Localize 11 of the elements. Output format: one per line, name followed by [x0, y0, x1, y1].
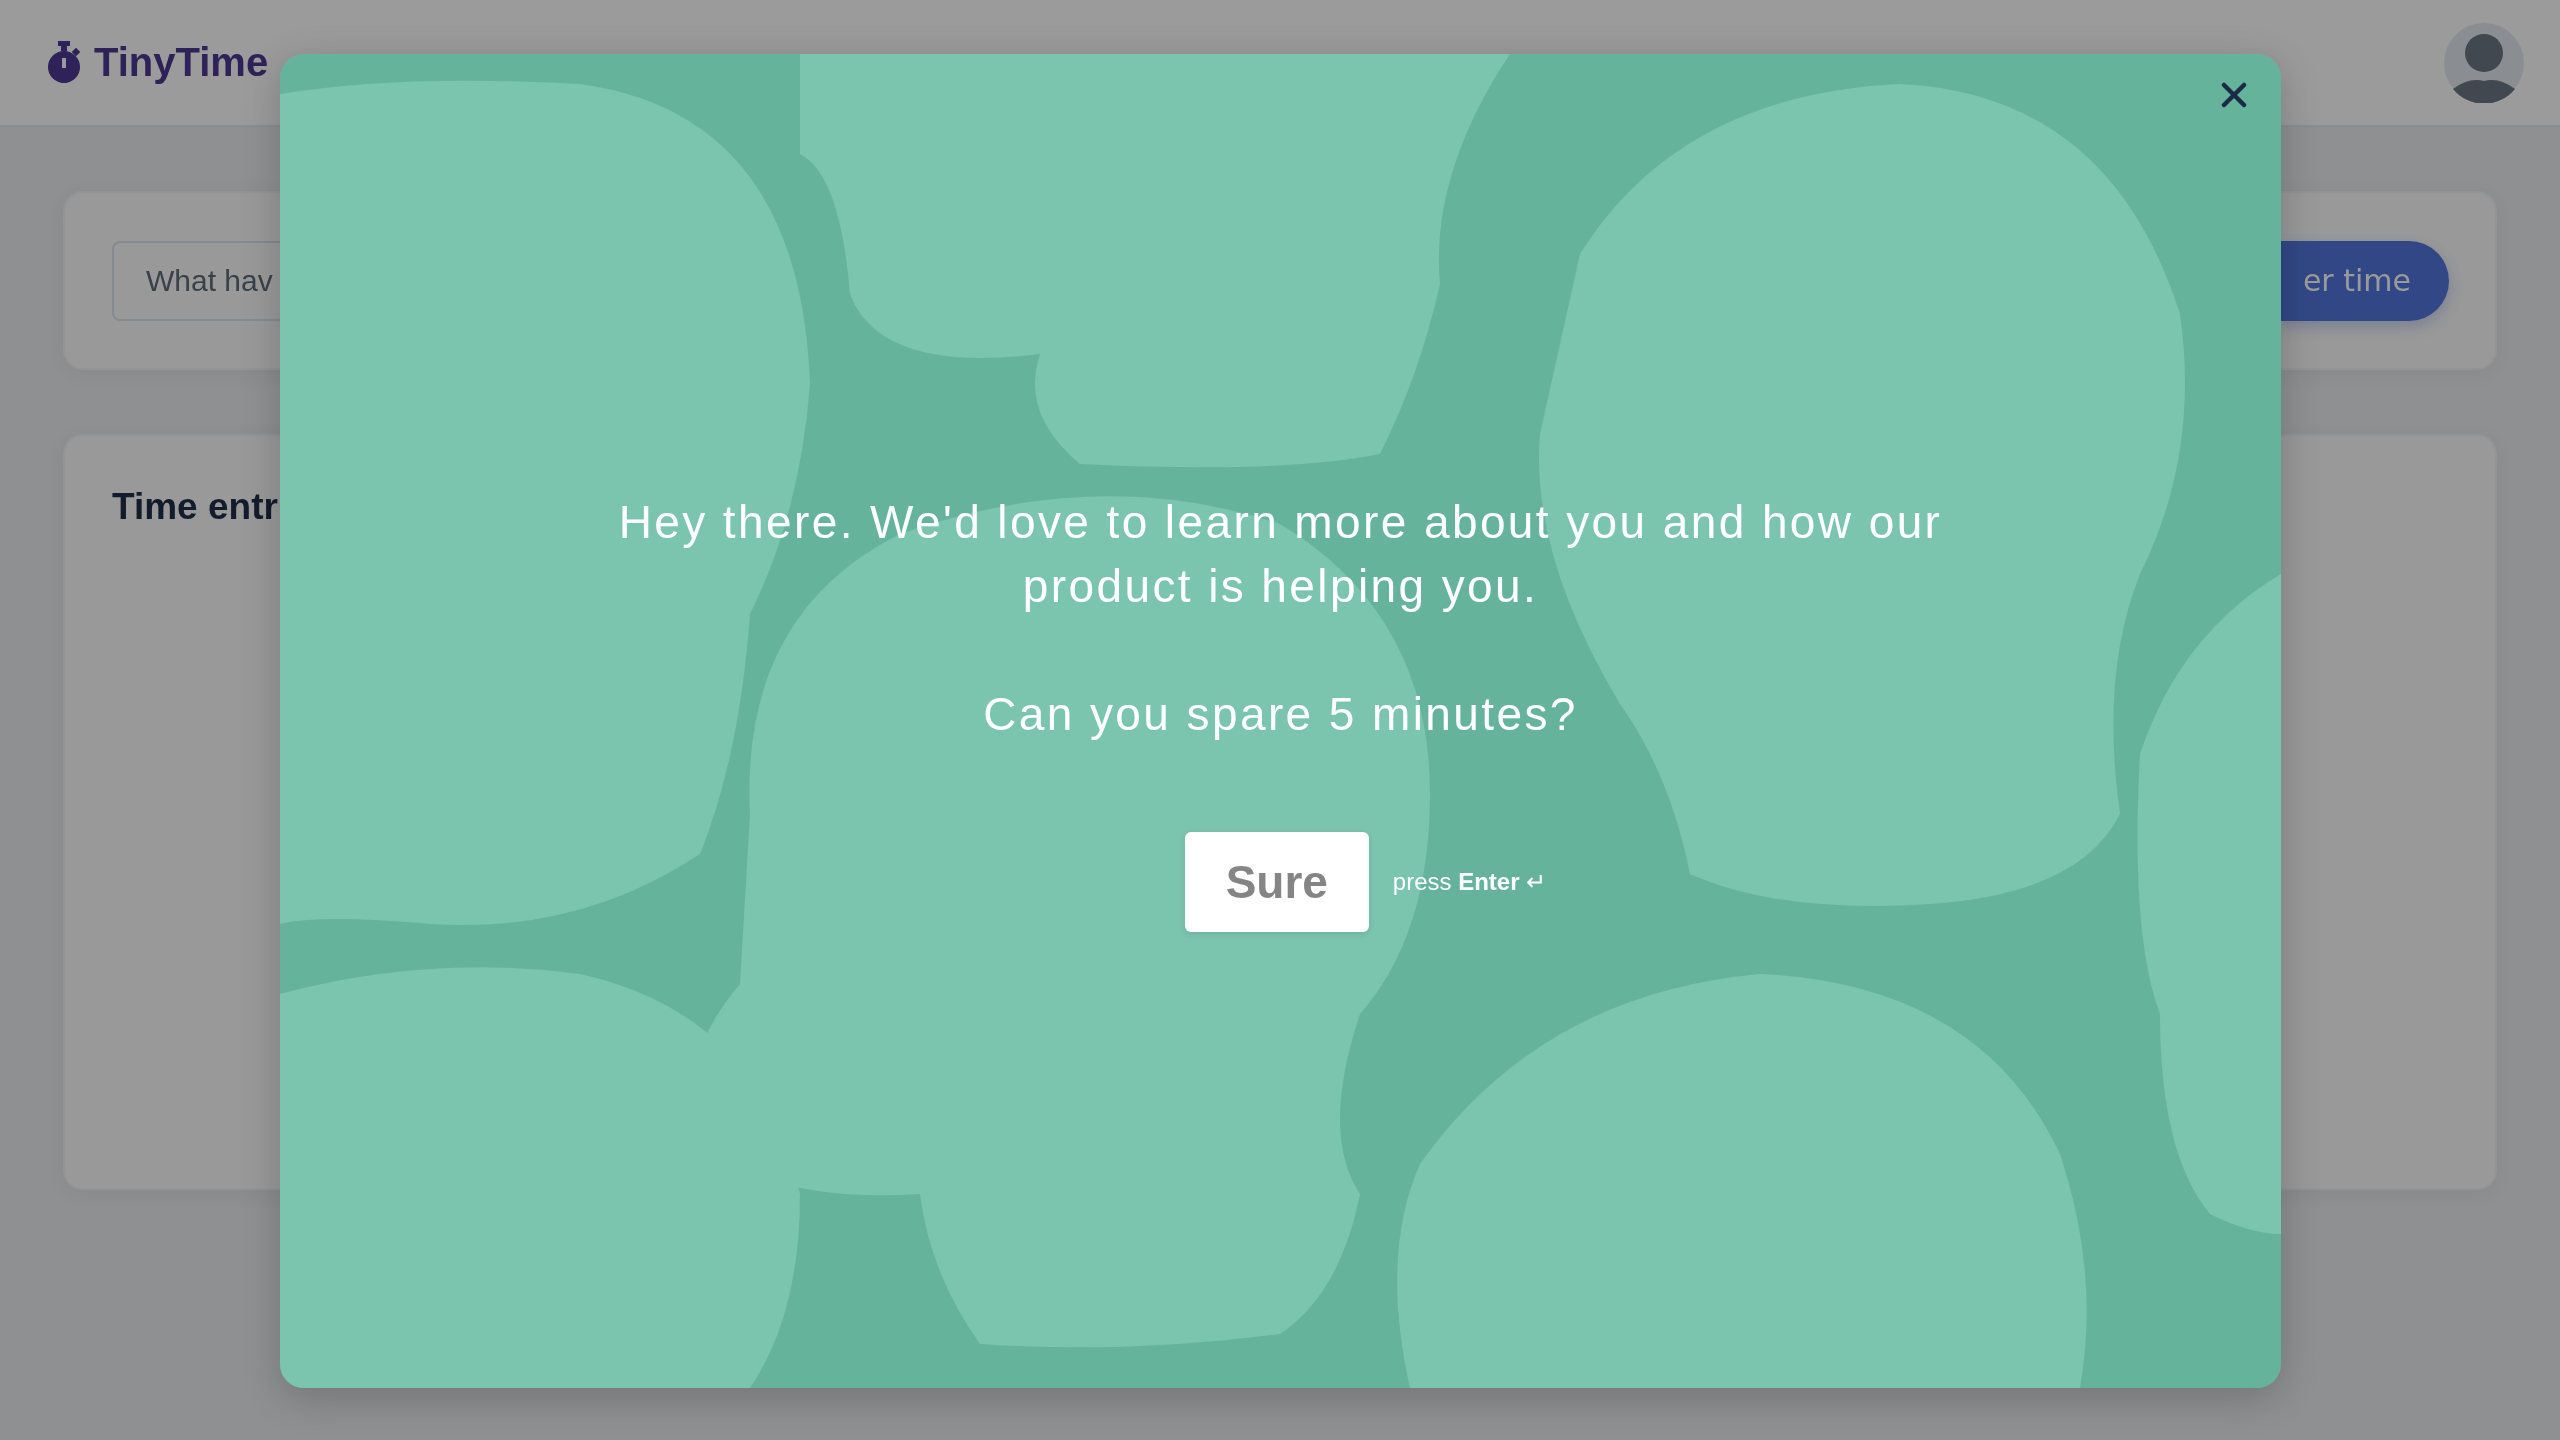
stopwatch-icon [46, 40, 82, 85]
description-field[interactable]: What hav [112, 240, 282, 321]
survey-question: Can you spare 5 minutes? [983, 687, 1578, 742]
sure-button[interactable]: Sure [1184, 832, 1369, 932]
survey-message: Hey there. We'd love to learn more about you and how our product is helping you. [617, 495, 1944, 614]
enter-time-button[interactable]: er time [2279, 240, 2449, 321]
card-title: Time entr [112, 486, 278, 528]
avatar-icon[interactable] [2444, 22, 2524, 103]
close-icon[interactable] [2221, 82, 2247, 108]
app-logo[interactable]: TinyTime [94, 40, 269, 85]
keyboard-hint: press Enter ↵ [1392, 868, 1547, 896]
